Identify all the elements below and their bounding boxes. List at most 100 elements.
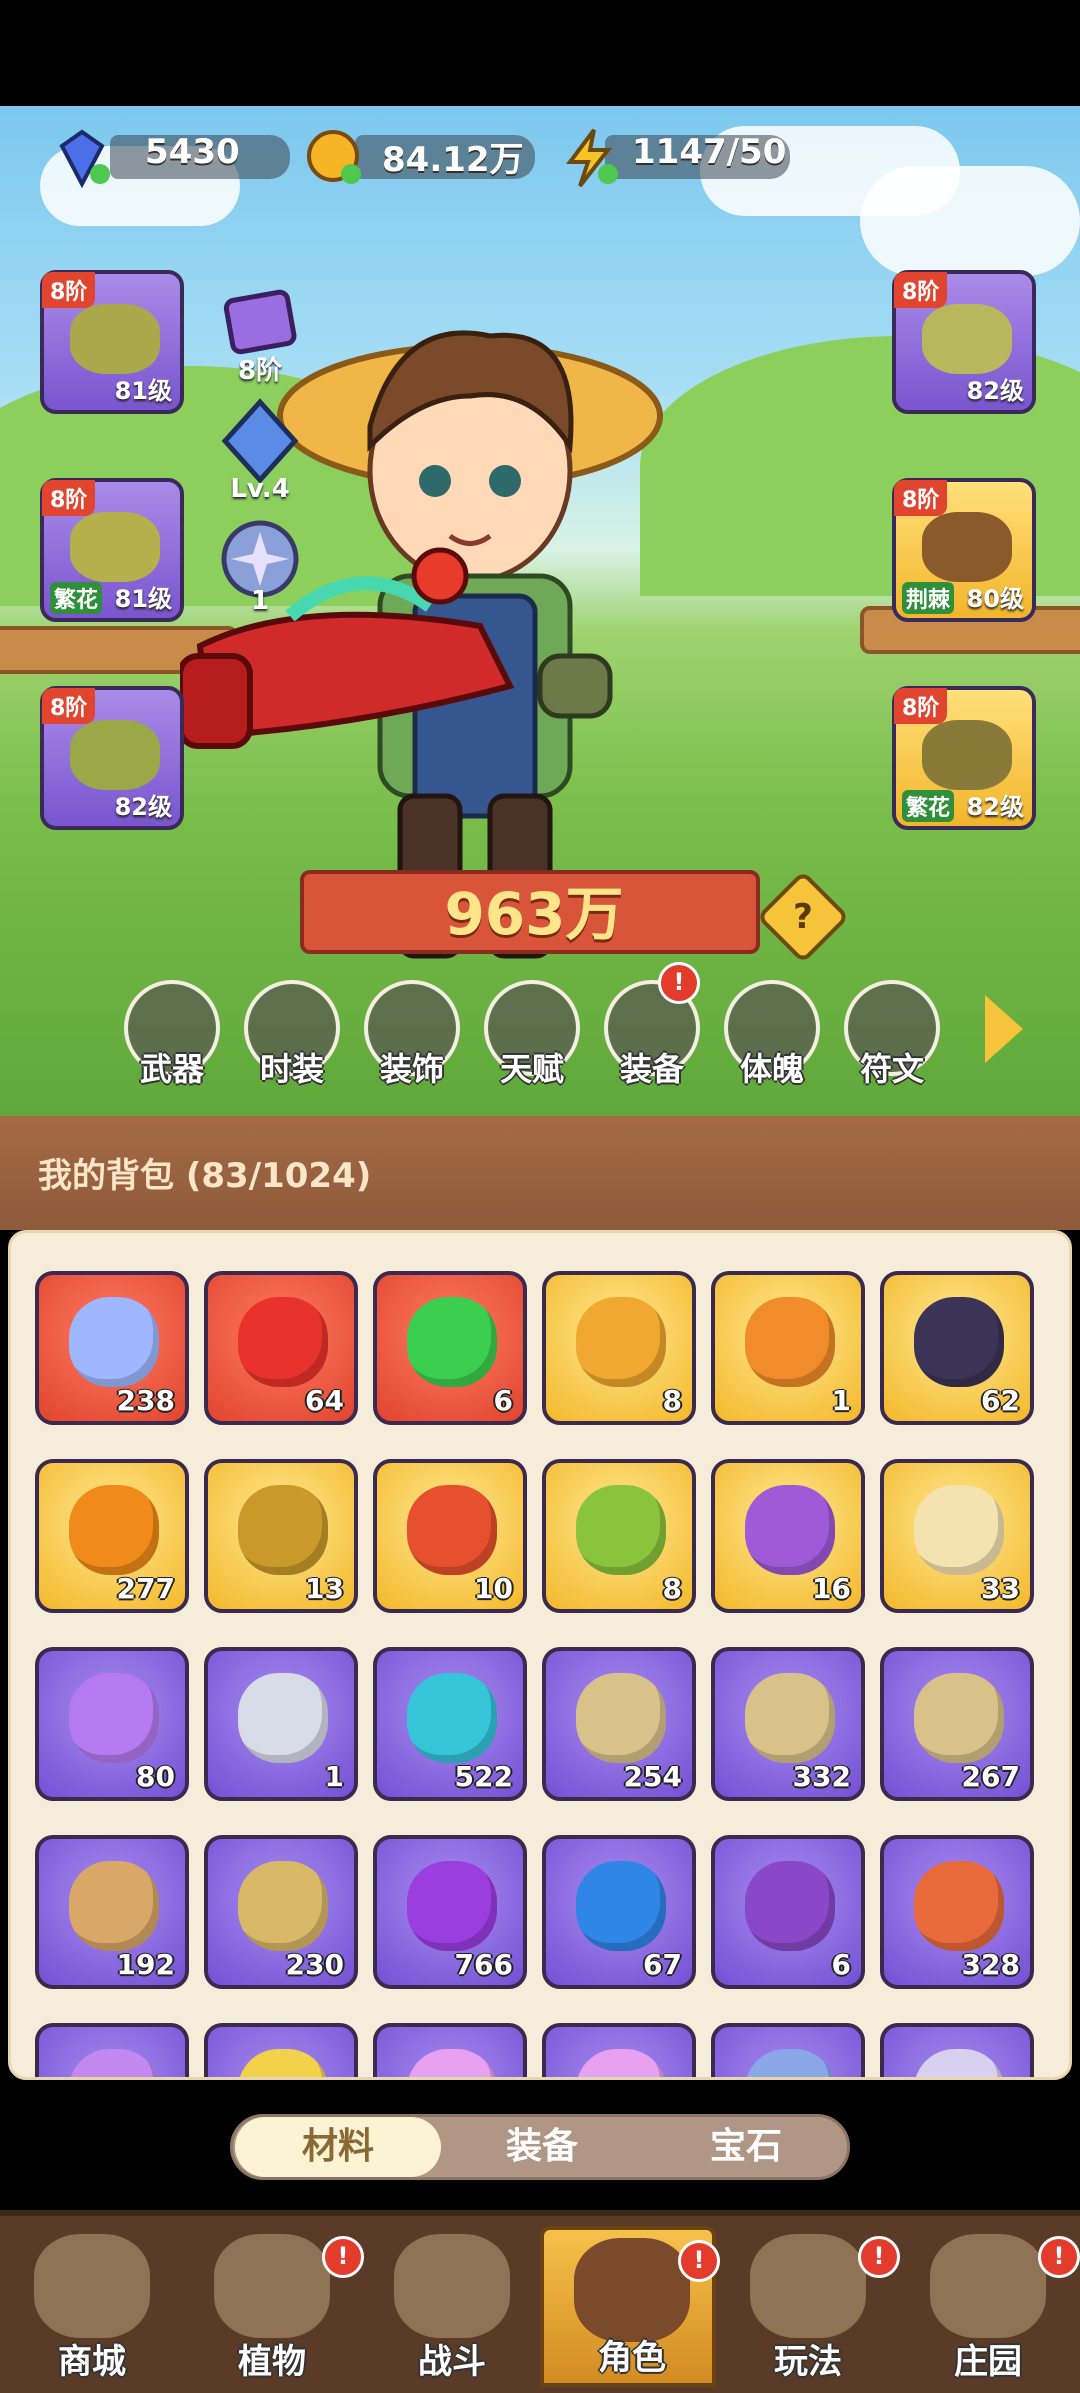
tier-badge: 8阶	[42, 688, 96, 724]
purple-flower-icon	[745, 1861, 835, 1951]
bag-item[interactable]: 238	[35, 1271, 189, 1425]
pink-gem-icon	[576, 2049, 666, 2077]
bag-category-tabs: 材料 装备 宝石	[230, 2114, 850, 2180]
set-tag: 荆棘	[902, 582, 955, 614]
tier-badge: 8阶	[894, 272, 948, 308]
item-count: 1	[324, 1760, 344, 1793]
bag-item[interactable]: 64	[204, 1271, 358, 1425]
bag-item[interactable]	[204, 2023, 358, 2077]
nav-physique-label: 体魄	[739, 1050, 804, 1088]
bag-item[interactable]: 80	[35, 1647, 189, 1801]
gem-icon[interactable]	[52, 128, 112, 188]
bottom-tab-manor[interactable]: 庄园 !	[900, 2226, 1080, 2387]
bag-item[interactable]: 62	[880, 1271, 1034, 1425]
set-tag: 繁花	[902, 790, 955, 822]
level-label: 82级	[966, 377, 1024, 405]
belt-icon	[922, 512, 1012, 582]
tab-gems[interactable]: 宝石	[643, 2117, 849, 2177]
bag-item[interactable]: 6	[711, 1835, 865, 1989]
bag-item[interactable]: 192	[35, 1835, 189, 1989]
bag-item[interactable]: 6	[373, 1271, 527, 1425]
bag-item[interactable]: 254	[542, 1647, 696, 1801]
item-count: 522	[454, 1760, 513, 1793]
equip-slot-belt[interactable]: 8阶 荆棘 80级	[892, 478, 1036, 622]
item-count: 33	[981, 1572, 1020, 1605]
bottom-tab-gameplay[interactable]: 玩法 !	[720, 2226, 900, 2387]
red-potion-icon	[238, 1297, 328, 1387]
bag-item[interactable]: 8	[542, 1459, 696, 1613]
fruit-bowl-icon	[914, 1861, 1004, 1951]
blue-bud-icon	[576, 1861, 666, 1951]
tab-materials[interactable]: 材料	[235, 2117, 441, 2177]
orange-potion-icon	[69, 1485, 159, 1575]
gold-coin-icon[interactable]	[303, 128, 363, 188]
bag-item[interactable]: 230	[204, 1835, 358, 1989]
purple-book-icon	[745, 1485, 835, 1575]
purple-perfume-icon	[69, 1673, 159, 1763]
gold-key-gem-icon	[745, 1297, 835, 1387]
bottom-tab-shop[interactable]: 商城	[4, 2226, 180, 2387]
bag-item[interactable]: 8	[542, 1271, 696, 1425]
bag-item[interactable]	[542, 2023, 696, 2077]
notification-badge: !	[1038, 2236, 1080, 2278]
bottom-tab-label: 角色	[598, 2338, 666, 2378]
bag-item[interactable]: 522	[373, 1647, 527, 1801]
item-count: 328	[961, 1948, 1020, 1981]
red-flower-bulb-icon	[407, 1485, 497, 1575]
set-tag: 繁花	[50, 582, 103, 614]
white-shard-icon	[914, 2049, 1004, 2077]
equip-slot-shirt[interactable]: 8阶 82级	[892, 270, 1036, 414]
nav-equipment-label: 装备	[619, 1050, 684, 1088]
chevron-right-icon[interactable]	[985, 995, 1023, 1063]
tier-badge: 8阶	[894, 688, 948, 724]
lightning-icon[interactable]	[560, 128, 620, 188]
orb-count-label: 1	[250, 586, 270, 616]
item-count: 277	[116, 1572, 175, 1605]
bag-item[interactable]: 67	[542, 1835, 696, 1989]
gold-key-icon	[576, 1297, 666, 1387]
bag-item[interactable]: 1	[204, 1647, 358, 1801]
crystal-icon[interactable]	[215, 396, 305, 486]
item-count: 766	[454, 1948, 513, 1981]
bag-item[interactable]: 1	[711, 1271, 865, 1425]
bottom-tab-battle[interactable]: 战斗	[364, 2226, 540, 2387]
bag-item[interactable]	[35, 2023, 189, 2077]
tab-equipment[interactable]: 装备	[439, 2117, 645, 2177]
rune-stone-icon	[914, 1297, 1004, 1387]
fire-scroll-icon	[69, 1861, 159, 1951]
level-label: 80级	[966, 585, 1024, 613]
bag-item[interactable]	[373, 2023, 527, 2077]
gems-value: 5430	[145, 132, 240, 172]
bag-item[interactable]: 16	[711, 1459, 865, 1613]
bottom-tab-plants[interactable]: 植物 !	[184, 2226, 364, 2387]
notification-badge: !	[658, 962, 700, 1004]
character-avatar-icon	[574, 2238, 690, 2342]
yellow-gem-icon	[238, 2049, 328, 2077]
green-sprayer-icon	[576, 1485, 666, 1575]
bag-item[interactable]: 328	[880, 1835, 1034, 1989]
bag-item[interactable]	[880, 2023, 1034, 2077]
nav-talent-label: 天赋	[499, 1050, 564, 1088]
bag-item[interactable]: 332	[711, 1647, 865, 1801]
item-count: 254	[623, 1760, 682, 1793]
level-label: 81级	[114, 377, 172, 405]
equip-slot-hat[interactable]: 8阶 81级	[40, 270, 184, 414]
bag-item[interactable]	[711, 2023, 865, 2077]
shirt-icon	[922, 304, 1012, 374]
bag-item[interactable]: 13	[204, 1459, 358, 1613]
bottom-tab-character[interactable]: 角色 !	[540, 2226, 720, 2387]
item-count: 1	[831, 1384, 851, 1417]
bottom-tab-label: 庄园	[954, 2342, 1022, 2382]
plant-icon	[214, 2234, 330, 2338]
bag-item[interactable]: 267	[880, 1647, 1034, 1801]
status-bar-area	[0, 0, 1080, 106]
bag-item[interactable]: 277	[35, 1459, 189, 1613]
bag-item[interactable]: 33	[880, 1459, 1034, 1613]
equip-slot-pants[interactable]: 8阶 82级	[40, 686, 184, 830]
bag-item[interactable]: 766	[373, 1835, 527, 1989]
equip-slot-boots[interactable]: 8阶 繁花 82级	[892, 686, 1036, 830]
equip-slot-gloves[interactable]: 8阶 繁花 81级	[40, 478, 184, 622]
blue-scroll-icon	[914, 1673, 1004, 1763]
item-count: 192	[116, 1948, 175, 1981]
bag-item[interactable]: 10	[373, 1459, 527, 1613]
